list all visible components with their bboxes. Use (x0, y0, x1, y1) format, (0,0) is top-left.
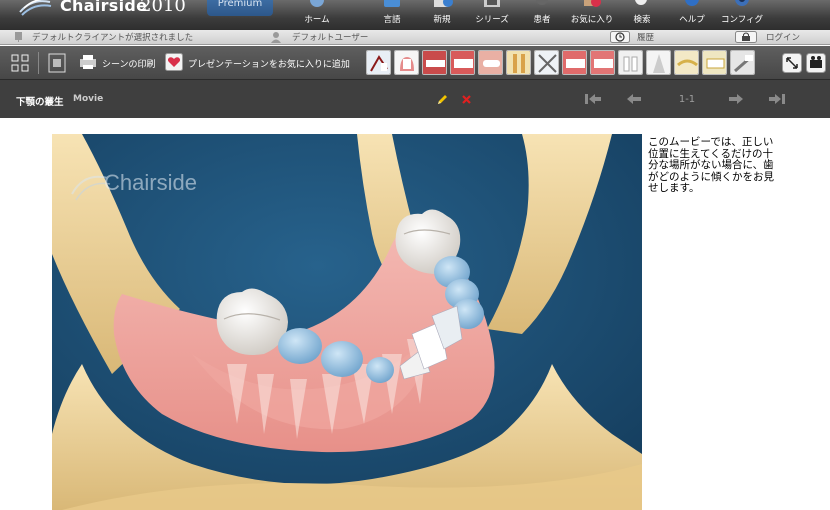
edition-label: Premium (217, 0, 263, 9)
new-icon (434, 0, 453, 7)
scene-title: 下顎の叢生 (16, 97, 64, 108)
lower-jaw-illustration: Chairside (52, 134, 642, 510)
scene-thumbnail[interactable] (534, 50, 559, 75)
home-icon (310, 0, 324, 7)
edition-badge: Premium (207, 0, 273, 16)
user-status: デフォルトユーザー (292, 33, 369, 43)
client-icon (15, 32, 22, 42)
scene-thumbnail[interactable] (562, 50, 587, 75)
toolbar: シーンの印刷 プレゼンテーションをお気に入りに追加 (0, 46, 830, 80)
delete-x-icon[interactable] (461, 94, 472, 105)
nav-series[interactable]: シリーズ (467, 0, 517, 30)
movie-player-icon[interactable] (806, 53, 826, 73)
scene-thumbnail[interactable] (450, 50, 475, 75)
nav-config[interactable]: コンフィグ (717, 0, 767, 30)
scene-thumbnail[interactable] (422, 50, 447, 75)
patient-icon (536, 0, 548, 5)
client-status: デフォルトクライアントが選択されました (32, 33, 194, 43)
login-lock-icon[interactable] (735, 31, 757, 43)
top-banner: Chairside 2010 Premium ホーム 言語 新規 シリーズ 患者… (0, 0, 830, 30)
toolbar-divider (38, 52, 39, 74)
scene-thumbnail[interactable] (674, 50, 699, 75)
nav-label: 患者 (533, 15, 551, 25)
search-icon (635, 0, 647, 5)
next-scene-icon[interactable] (728, 93, 744, 105)
chairside-swoosh-icon (19, 0, 52, 16)
previous-scene-icon[interactable] (626, 93, 642, 105)
user-icon (271, 32, 281, 43)
brand-name: Chairside (60, 0, 148, 15)
scene-title-bar: 下顎の叢生 Movie 1-1 (0, 80, 830, 118)
scene-thumbnail[interactable] (394, 50, 419, 75)
add-presentation-to-favorites-button[interactable]: プレゼンテーションをお気に入りに追加 (188, 57, 350, 70)
scene-description: このムービーでは、正しい位置に生えてくるだけの十分な場所がない場合に、歯がどのよ… (648, 136, 774, 194)
nav-help[interactable]: ヘルプ (667, 0, 717, 30)
last-scene-icon[interactable] (768, 93, 786, 105)
nav-label: シリーズ (475, 15, 509, 25)
scene-thumbnail[interactable] (366, 50, 391, 75)
scene-thumbnail[interactable] (478, 50, 503, 75)
language-icon (384, 0, 400, 7)
scene-thumbnail[interactable] (590, 50, 615, 75)
help-icon (685, 0, 699, 6)
nav-label: お気に入り (570, 15, 614, 25)
nav-language[interactable]: 言語 (367, 0, 417, 30)
history-link[interactable]: 履歴 (637, 31, 654, 43)
nav-label: 言語 (383, 15, 401, 25)
nav-label: ホーム (304, 15, 330, 25)
series-icon (484, 0, 500, 7)
nav-label: 検索 (633, 15, 651, 25)
status-bar: デフォルトクライアントが選択されました デフォルトユーザー 履歴 ログイン (0, 30, 830, 45)
scene-thumbnail[interactable] (646, 50, 671, 75)
nav-new[interactable]: 新規 (417, 0, 467, 30)
scene-thumbnail[interactable] (618, 50, 643, 75)
print-scene-button[interactable]: シーンの印刷 (102, 57, 156, 70)
login-link[interactable]: ログイン (766, 31, 800, 43)
movie-frame[interactable]: Chairside (52, 134, 642, 510)
fullscreen-icon[interactable] (782, 53, 802, 73)
scene-counter: 1-1 (678, 94, 696, 105)
scene-thumbnail[interactable] (730, 50, 755, 75)
favorite-heart-icon[interactable] (165, 53, 183, 71)
brand-year: 2010 (140, 0, 186, 16)
scene-type-label: Movie (73, 94, 104, 104)
config-icon (735, 0, 749, 6)
nav-home[interactable]: ホーム (292, 0, 342, 30)
nav-label: ヘルプ (679, 15, 705, 25)
watermark-text: Chairside (104, 170, 197, 195)
scene-thumbnail[interactable] (702, 50, 727, 75)
print-icon[interactable] (79, 54, 97, 70)
grid-view-icon[interactable] (11, 54, 29, 72)
favorites-icon (584, 0, 601, 7)
history-clock-icon[interactable] (610, 31, 630, 43)
nav-search[interactable]: 検索 (617, 0, 667, 30)
nav-favorites[interactable]: お気に入り (567, 0, 617, 30)
nav-patient[interactable]: 患者 (517, 0, 567, 30)
nav-label: コンフィグ (720, 15, 764, 25)
scene-thumbnail[interactable] (506, 50, 531, 75)
document-icon[interactable] (48, 53, 66, 73)
nav-label: 新規 (433, 15, 451, 25)
first-scene-icon[interactable] (584, 93, 602, 105)
edit-pencil-icon[interactable] (436, 93, 449, 106)
app-logo: Chairside 2010 (0, 0, 210, 30)
